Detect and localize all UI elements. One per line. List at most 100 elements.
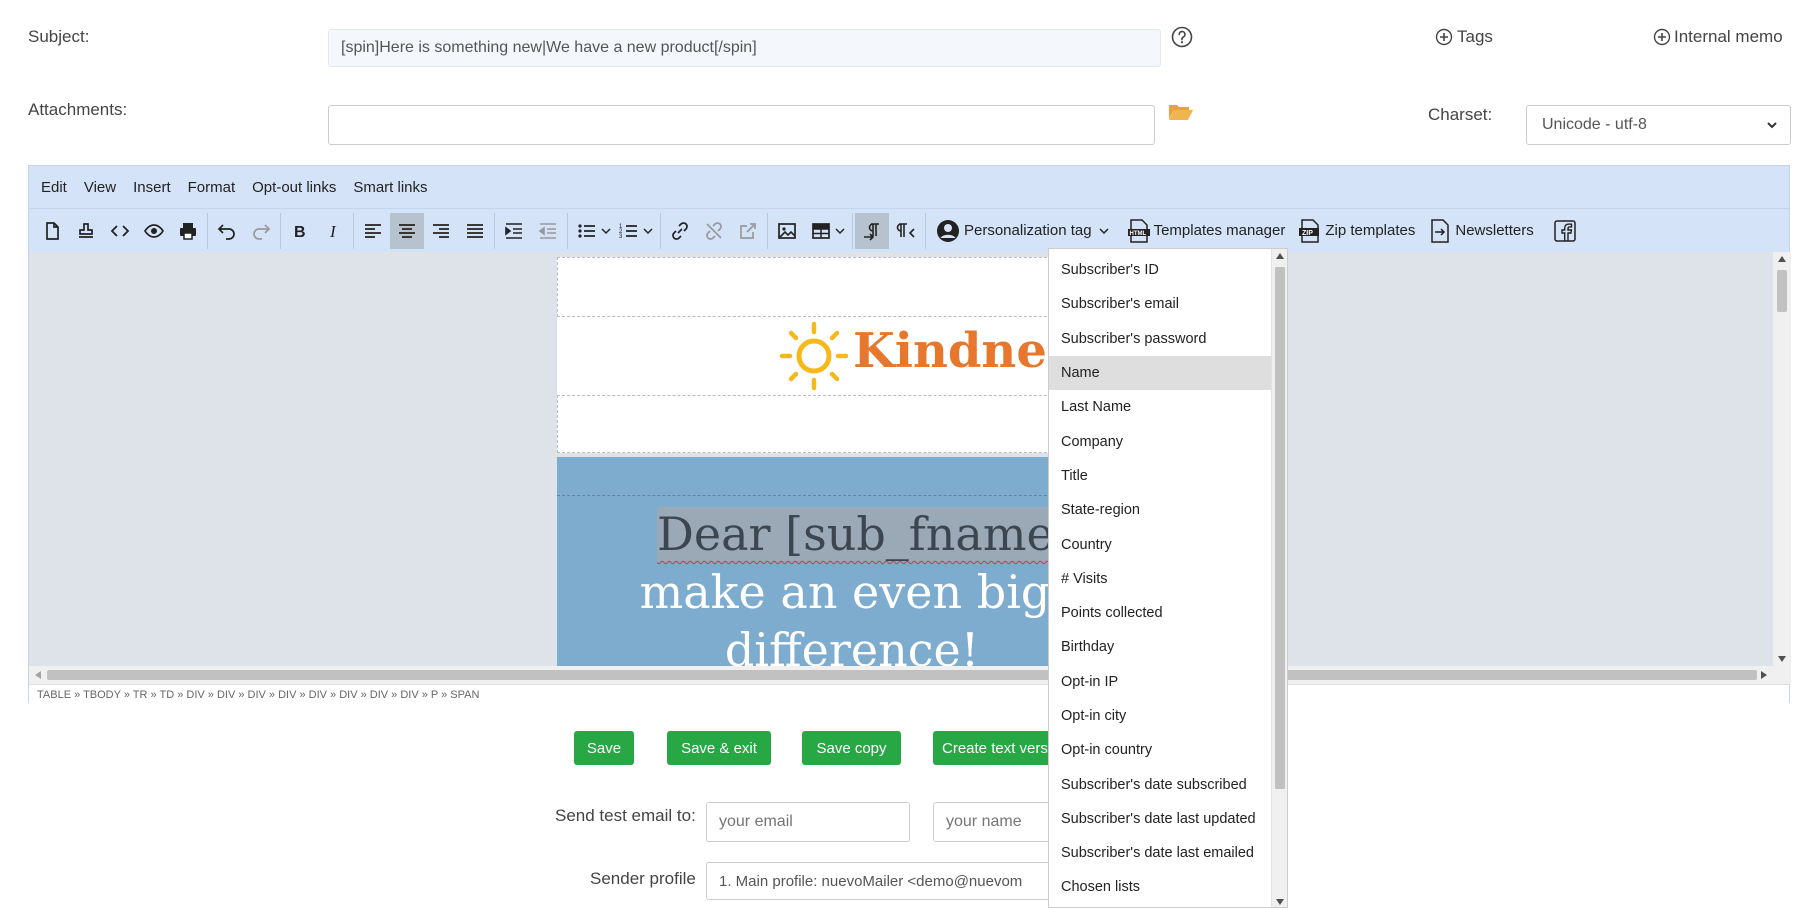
charset-select[interactable]: Unicode - utf-8 [1526, 105, 1791, 145]
save-copy-button[interactable]: Save copy [802, 731, 901, 765]
personalization-tag-button[interactable]: Personalization tag [936, 219, 1114, 243]
templates-manager-button[interactable]: HTML Templates manager [1127, 218, 1285, 243]
menu-smart-links[interactable]: Smart links [353, 179, 427, 196]
personalization-menu-item[interactable]: State-region [1049, 493, 1273, 527]
scroll-left-icon[interactable] [35, 671, 41, 679]
svg-text:3: 3 [619, 234, 623, 240]
vertical-scrollbar[interactable] [1773, 252, 1791, 666]
personalization-menu-item[interactable]: Opt-in country [1049, 733, 1273, 767]
numbered-list-icon[interactable]: 123 [612, 213, 646, 249]
table-icon[interactable] [804, 213, 838, 249]
bullet-list-icon[interactable] [570, 213, 604, 249]
scrollbar-thumb[interactable] [47, 670, 1757, 680]
logo-block[interactable]: Kindness [557, 317, 1101, 395]
menu-opt-out-links[interactable]: Opt-out links [252, 179, 336, 196]
element-path-statusbar: TABLE » TBODY » TR » TD » DIV » DIV » DI… [29, 684, 1789, 704]
scrollbar-thumb[interactable] [1777, 270, 1787, 312]
personalization-menu-item[interactable]: Opt-in IP [1049, 665, 1273, 699]
personalization-menu-item[interactable]: Last Name [1049, 390, 1273, 424]
align-center-icon[interactable] [390, 212, 424, 249]
newsletters-button[interactable]: Newsletters [1429, 218, 1534, 243]
spacer-block[interactable] [557, 395, 1077, 453]
print-icon[interactable] [171, 213, 205, 249]
menu-view[interactable]: View [84, 179, 116, 196]
chevron-down-icon[interactable] [642, 225, 654, 237]
hero-line-2: make an even big [639, 565, 1051, 619]
image-icon[interactable] [770, 213, 804, 249]
save-exit-button[interactable]: Save & exit [667, 731, 771, 765]
subject-input[interactable]: [spin]Here is something new|We have a ne… [328, 29, 1161, 67]
sender-profile-select[interactable]: 1. Main profile: nuevoMailer <demo@nuevo… [706, 862, 1106, 900]
source-code-icon[interactable] [103, 213, 137, 249]
spacer-block[interactable] [557, 257, 1077, 317]
link-icon[interactable] [663, 213, 697, 249]
personalization-tag-menu: Subscriber's ID Subscriber's email Subscri… [1048, 248, 1288, 908]
menu-edit[interactable]: Edit [41, 179, 67, 196]
unlink-icon[interactable] [697, 213, 731, 249]
charset-value: Unicode - utf-8 [1542, 116, 1647, 133]
align-left-icon[interactable] [356, 213, 390, 249]
new-document-icon[interactable] [35, 213, 69, 249]
scroll-right-icon[interactable] [1761, 671, 1767, 679]
selected-text[interactable]: Dear [sub_fname] [657, 507, 1072, 561]
indent-icon[interactable] [497, 213, 531, 249]
personalization-items: Subscriber's ID Subscriber's email Subscri… [1049, 253, 1273, 905]
menu-insert[interactable]: Insert [133, 179, 171, 196]
personalization-menu-item[interactable]: Country [1049, 527, 1273, 561]
personalization-menu-item[interactable]: Subscriber's date last updated [1049, 802, 1273, 836]
personalization-menu-item[interactable]: Subscriber's date last emailed [1049, 836, 1273, 870]
personalization-menu-item[interactable]: Subscriber's password [1049, 322, 1273, 356]
personalization-menu-item[interactable]: Birthday [1049, 630, 1273, 664]
help-icon[interactable] [1170, 25, 1194, 49]
personalization-menu-item[interactable]: Points collected [1049, 596, 1273, 630]
stamp-icon[interactable] [69, 213, 103, 249]
undo-icon[interactable] [210, 213, 244, 249]
preview-eye-icon[interactable] [137, 213, 171, 249]
menu-format[interactable]: Format [188, 179, 236, 196]
save-button[interactable]: Save [574, 731, 634, 765]
scroll-down-icon[interactable] [1778, 656, 1786, 662]
horizontal-scrollbar[interactable] [29, 666, 1791, 684]
tags-button[interactable]: Tags [1435, 27, 1493, 47]
test-name-input[interactable] [933, 802, 1053, 842]
chevron-down-icon[interactable] [834, 225, 846, 237]
personalization-menu-item[interactable]: Subscriber's email [1049, 287, 1273, 321]
editor-canvas[interactable]: Kindness Dear [sub_fname] h make an even… [29, 252, 1791, 666]
chevron-down-icon [1099, 227, 1109, 234]
personalization-menu-item[interactable]: Opt-in city [1049, 699, 1273, 733]
personalization-menu-item[interactable]: Subscriber's ID [1049, 253, 1273, 287]
outdent-icon[interactable] [531, 213, 565, 249]
bold-icon[interactable]: B [283, 213, 317, 249]
zip-templates-button[interactable]: ZIP Zip templates [1299, 218, 1416, 243]
scroll-up-icon[interactable] [1276, 253, 1284, 259]
test-email-input[interactable] [706, 802, 910, 842]
plus-circle-icon [1435, 28, 1453, 46]
align-right-icon[interactable] [424, 213, 458, 249]
attachments-input[interactable] [328, 105, 1155, 145]
internal-memo-button[interactable]: Internal memo [1653, 27, 1783, 47]
personalization-menu-item[interactable]: Title [1049, 459, 1273, 493]
personalization-menu-item[interactable]: # Visits [1049, 562, 1273, 596]
chevron-down-icon[interactable] [600, 225, 612, 237]
italic-icon[interactable]: I [317, 213, 351, 249]
personalization-menu-item[interactable]: Name [1049, 355, 1273, 391]
align-justify-icon[interactable] [458, 213, 492, 249]
hero-block[interactable]: Dear [sub_fname] h make an even big diff… [557, 457, 1116, 666]
personalization-menu-item[interactable]: Subscriber's date subscribed [1049, 767, 1273, 801]
rtl-direction-icon[interactable] [889, 213, 923, 249]
facebook-icon[interactable] [1548, 213, 1582, 249]
redo-icon[interactable] [244, 213, 278, 249]
personalization-menu-item[interactable]: Company [1049, 424, 1273, 458]
hero-heading[interactable]: Dear [sub_fname] h [557, 505, 1116, 563]
scrollbar-thumb[interactable] [1275, 267, 1285, 789]
folder-open-icon[interactable] [1168, 100, 1194, 124]
tags-label: Tags [1457, 27, 1493, 46]
zip-templates-label: Zip templates [1325, 222, 1416, 239]
open-link-icon[interactable] [731, 213, 765, 249]
scroll-down-icon[interactable] [1276, 899, 1284, 905]
personalization-menu-item[interactable]: Chosen lists [1049, 870, 1273, 904]
scroll-up-icon[interactable] [1778, 256, 1786, 262]
ltr-direction-icon[interactable] [855, 212, 889, 249]
create-text-version-button[interactable]: Create text vers [933, 731, 1053, 765]
menu-scrollbar[interactable] [1271, 249, 1287, 907]
